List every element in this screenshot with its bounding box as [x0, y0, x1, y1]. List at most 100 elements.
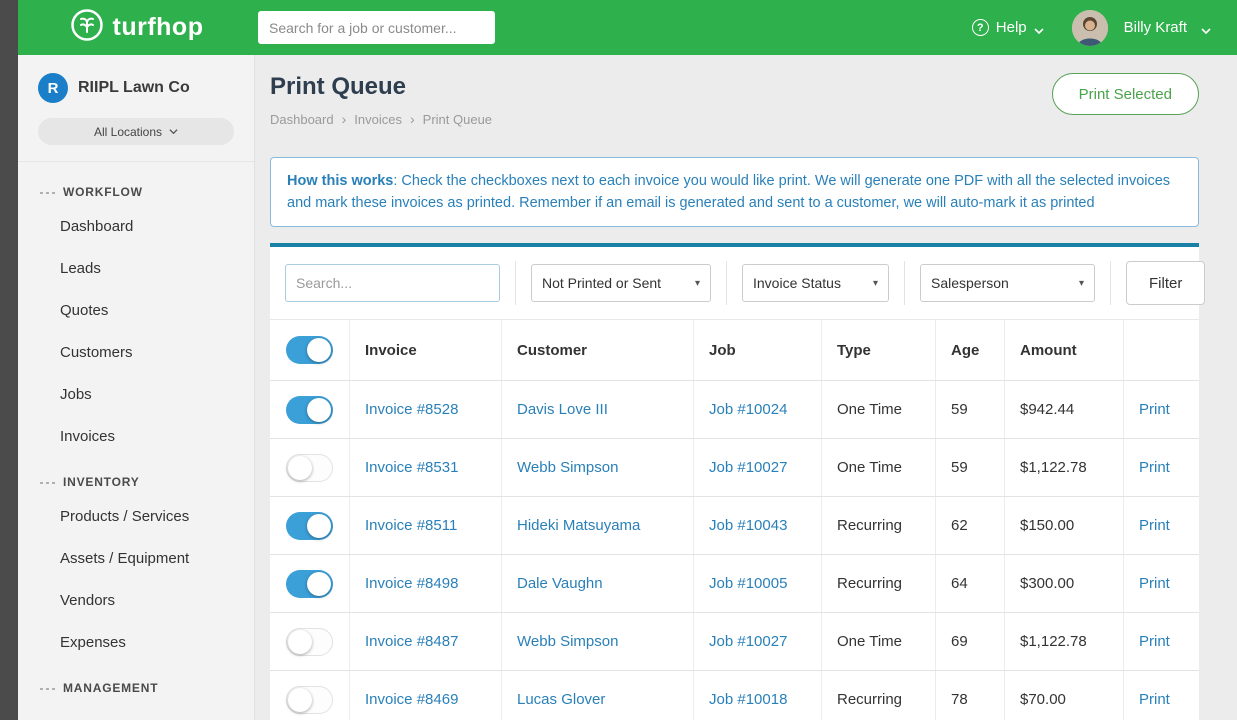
table-row: Invoice #8469 Lucas Glover Job #10018 Re… [270, 671, 1199, 720]
print-selected-button[interactable]: Print Selected [1052, 73, 1199, 115]
row-select-toggle[interactable] [286, 396, 333, 424]
invoice-age: 64 [951, 575, 968, 592]
toggle-knob [288, 688, 312, 712]
row-select-toggle[interactable] [286, 628, 333, 656]
row-select-toggle[interactable] [286, 570, 333, 598]
sidebar-item-label: Invoices [60, 428, 115, 445]
customer-link[interactable]: Davis Love III [517, 401, 608, 418]
sidebar-item-invoices[interactable]: Invoices [18, 416, 254, 458]
row-select-toggle[interactable] [286, 454, 333, 482]
sidebar-item-vendors[interactable]: Vendors [18, 580, 254, 622]
invoice-amount: $1,122.78 [1020, 459, 1087, 476]
table-search-input[interactable] [285, 264, 500, 302]
column-header-amount: Amount [1005, 320, 1124, 380]
select-caret-icon: ▾ [873, 278, 878, 289]
column-header-invoice: Invoice [350, 320, 502, 380]
sidebar-menu: WORKFLOW Dashboard Leads Quotes Customer… [18, 162, 254, 720]
sidebar-section-header: WORKFLOW [18, 168, 254, 206]
table-header: Invoice Customer Job Type Age Amount [270, 320, 1199, 381]
table-body: Invoice #8528 Davis Love III Job #10024 … [270, 381, 1199, 720]
invoice-amount: $1,122.78 [1020, 633, 1087, 650]
sidebar-item-dashboard[interactable]: Dashboard [18, 206, 254, 248]
row-select-toggle[interactable] [286, 686, 333, 714]
help-menu[interactable]: Help [972, 19, 1044, 36]
chevron-down-icon [169, 127, 178, 136]
toggle-knob [307, 338, 331, 362]
select-caret-icon: ▾ [1079, 278, 1084, 289]
salesperson-value: Salesperson [931, 275, 1009, 291]
select-all-toggle[interactable] [286, 336, 333, 364]
printed-status-select[interactable]: Not Printed or Sent ▾ [531, 264, 711, 302]
job-link[interactable]: Job #10027 [709, 633, 787, 650]
toggle-knob [307, 514, 331, 538]
sidebar-item-quotes[interactable]: Quotes [18, 290, 254, 332]
print-link[interactable]: Print [1139, 517, 1170, 534]
job-link[interactable]: Job #10043 [709, 517, 787, 534]
customer-link[interactable]: Dale Vaughn [517, 575, 603, 592]
salesperson-select[interactable]: Salesperson ▾ [920, 264, 1095, 302]
print-link[interactable]: Print [1139, 401, 1170, 418]
select-caret-icon: ▾ [695, 278, 700, 289]
invoice-amount: $300.00 [1020, 575, 1074, 592]
company-switcher[interactable]: R RIIPL Lawn Co [38, 73, 234, 103]
sidebar-item-leads[interactable]: Leads [18, 248, 254, 290]
print-link[interactable]: Print [1139, 691, 1170, 708]
invoice-age: 78 [951, 691, 968, 708]
customer-link[interactable]: Lucas Glover [517, 691, 605, 708]
topbar: turfhop Help Billy Kraft [18, 0, 1237, 55]
user-menu[interactable]: Billy Kraft [1124, 19, 1187, 36]
avatar[interactable] [1072, 10, 1108, 46]
print-link[interactable]: Print [1139, 459, 1170, 476]
print-link[interactable]: Print [1139, 633, 1170, 650]
sidebar-item-jobs[interactable]: Jobs [18, 374, 254, 416]
sidebar-item-label: Assets / Equipment [60, 550, 189, 567]
section-label: INVENTORY [63, 475, 140, 489]
company-name: RIIPL Lawn Co [78, 79, 190, 97]
sidebar-item-label: Dashboard [60, 218, 133, 235]
sidebar-item-expenses[interactable]: Expenses [18, 622, 254, 664]
sidebar-item-label: Quotes [60, 302, 108, 319]
job-link[interactable]: Job #10005 [709, 575, 787, 592]
sidebar-item-label: Jobs [60, 386, 92, 403]
table-row: Invoice #8487 Webb Simpson Job #10027 On… [270, 613, 1199, 671]
main-content: Print Queue Dashboard Invoices Print Que… [255, 55, 1237, 720]
invoice-link[interactable]: Invoice #8528 [365, 401, 458, 418]
sidebar-item-label: Customers [60, 344, 133, 361]
breadcrumb-dashboard[interactable]: Dashboard [270, 111, 354, 127]
invoice-link[interactable]: Invoice #8498 [365, 575, 458, 592]
sidebar-item-assets-equipment[interactable]: Assets / Equipment [18, 538, 254, 580]
topbar-right: Help Billy Kraft [972, 10, 1237, 46]
sidebar-item-label: Leads [60, 260, 101, 277]
column-header-print [1124, 320, 1199, 380]
brand[interactable]: turfhop [18, 8, 255, 47]
print-link[interactable]: Print [1139, 575, 1170, 592]
invoice-link[interactable]: Invoice #8487 [365, 633, 458, 650]
job-link[interactable]: Job #10027 [709, 459, 787, 476]
column-header-age: Age [936, 320, 1005, 380]
invoice-link[interactable]: Invoice #8469 [365, 691, 458, 708]
invoice-status-select[interactable]: Invoice Status ▾ [742, 264, 889, 302]
customer-link[interactable]: Webb Simpson [517, 633, 618, 650]
table-row: Invoice #8531 Webb Simpson Job #10027 On… [270, 439, 1199, 497]
job-link[interactable]: Job #10018 [709, 691, 787, 708]
section-label: MANAGEMENT [63, 681, 158, 695]
brand-name: turfhop [113, 13, 204, 42]
customer-link[interactable]: Hideki Matsuyama [517, 517, 640, 534]
sidebar-item-customers[interactable]: Customers [18, 332, 254, 374]
toggle-knob [288, 630, 312, 654]
invoice-link[interactable]: Invoice #8531 [365, 459, 458, 476]
invoice-status-value: Invoice Status [753, 275, 841, 291]
job-link[interactable]: Job #10024 [709, 401, 787, 418]
location-filter[interactable]: All Locations [38, 118, 234, 145]
section-dash-icon [40, 185, 55, 199]
print-queue-panel: Not Printed or Sent ▾ Invoice Status ▾ S… [270, 243, 1199, 720]
breadcrumb-invoices[interactable]: Invoices [354, 111, 422, 127]
filter-button[interactable]: Filter [1126, 261, 1205, 305]
invoice-link[interactable]: Invoice #8511 [365, 517, 457, 534]
sidebar-item-products-services[interactable]: Products / Services [18, 496, 254, 538]
table-row: Invoice #8511 Hideki Matsuyama Job #1004… [270, 497, 1199, 555]
global-search-input[interactable] [258, 11, 495, 44]
customer-link[interactable]: Webb Simpson [517, 459, 618, 476]
section-dash-icon [40, 475, 55, 489]
row-select-toggle[interactable] [286, 512, 333, 540]
